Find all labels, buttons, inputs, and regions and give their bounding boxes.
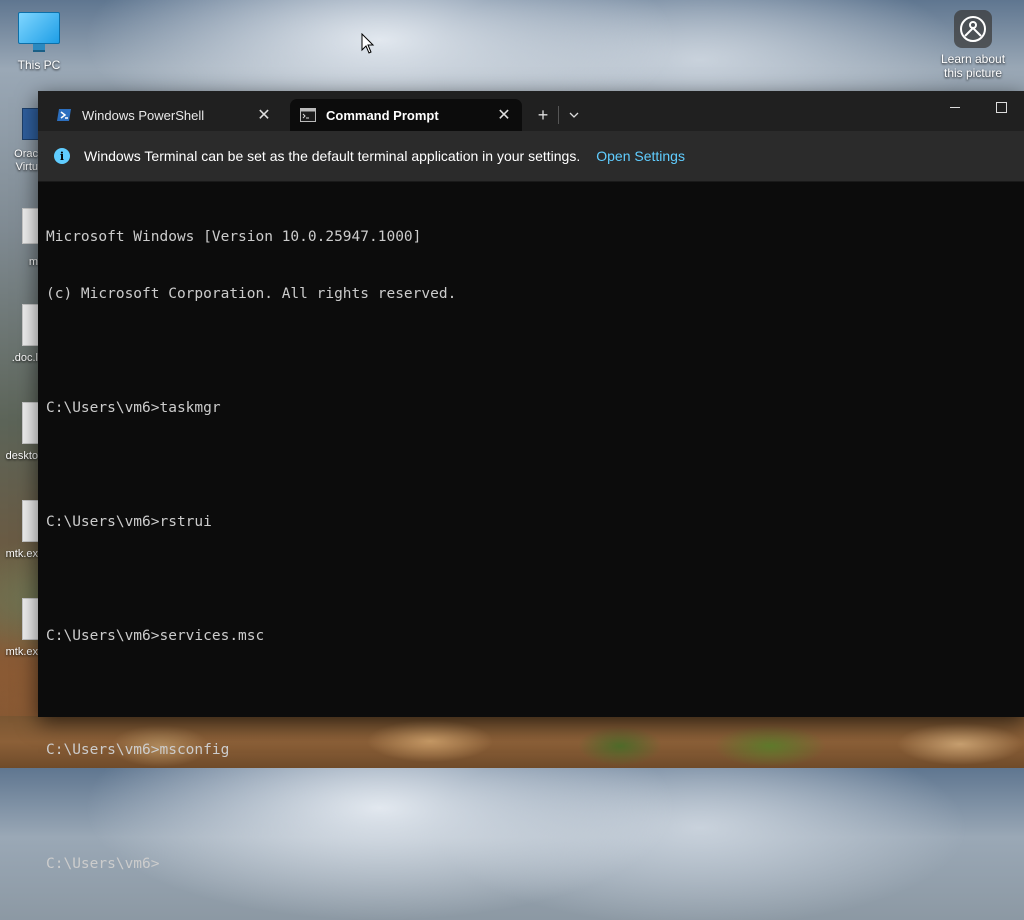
desktop-icon-mtk-1[interactable]: mtk.ex xyxy=(0,500,42,560)
maximize-button[interactable] xyxy=(978,91,1024,131)
info-icon: i xyxy=(54,148,70,164)
console-output[interactable]: Microsoft Windows [Version 10.0.25947.10… xyxy=(38,182,1024,920)
console-line: C:\Users\vm6>taskmgr xyxy=(46,400,221,416)
console-line: Microsoft Windows [Version 10.0.25947.10… xyxy=(46,229,422,245)
tab-windows-powershell[interactable]: Windows PowerShell ✕ xyxy=(46,99,282,131)
window-controls xyxy=(932,91,1024,131)
desktop-icon-file-m[interactable]: m xyxy=(0,208,42,268)
mouse-pointer-icon xyxy=(361,32,375,60)
desktop-icon-desktop-file[interactable]: deskto xyxy=(0,402,42,462)
close-tab-icon[interactable]: ✕ xyxy=(254,105,274,125)
desktop-icon-virtualbox[interactable]: Orac Virtu xyxy=(0,108,42,174)
cmd-icon xyxy=(300,107,316,123)
tab-bar: Windows PowerShell ✕ Command Prompt ✕ + xyxy=(38,91,1024,131)
console-line: C:\Users\vm6>services.msc xyxy=(46,628,265,644)
minimize-icon xyxy=(950,106,960,108)
desktop-icon-label: this picture xyxy=(943,66,1003,80)
powershell-icon xyxy=(56,107,72,123)
minimize-button[interactable] xyxy=(932,91,978,131)
tab-title: Windows PowerShell xyxy=(82,107,205,123)
maximize-icon xyxy=(995,101,1007,113)
desktop-icon-label: m xyxy=(28,256,38,268)
desktop-icon-label: deskto xyxy=(5,450,38,462)
desktop-icon-label: mtk.ex xyxy=(5,646,38,658)
desktop-icon-label: Orac Virtu xyxy=(14,148,38,173)
desktop-icon-this-pc[interactable]: This PC xyxy=(8,10,70,72)
close-tab-icon[interactable]: ✕ xyxy=(494,105,514,125)
chevron-down-icon xyxy=(569,112,579,118)
console-line: C:\Users\vm6>msconfig xyxy=(46,742,230,758)
info-bar: i Windows Terminal can be set as the def… xyxy=(38,131,1024,182)
tab-command-prompt[interactable]: Command Prompt ✕ xyxy=(290,99,522,131)
desktop-icon-doc[interactable]: .doc.l xyxy=(0,304,42,364)
desktop-icon-label: .doc.l xyxy=(11,352,38,364)
open-settings-link[interactable]: Open Settings xyxy=(596,148,685,164)
console-prompt-line: C:\Users\vm6> xyxy=(46,856,160,872)
desktop-icon-label: Learn about xyxy=(940,52,1006,66)
new-tab-button[interactable]: + xyxy=(528,101,558,129)
desktop-icon-learn-about-picture[interactable]: Learn about this picture xyxy=(938,10,1008,80)
desktop-icon-mtk-2[interactable]: mtk.ex xyxy=(0,598,42,658)
monitor-icon xyxy=(18,12,60,52)
console-line: (c) Microsoft Corporation. All rights re… xyxy=(46,286,457,302)
terminal-window: Windows PowerShell ✕ Command Prompt ✕ + … xyxy=(38,91,1024,872)
tab-dropdown-button[interactable] xyxy=(559,101,589,129)
desktop-icon-label: mtk.ex xyxy=(5,548,38,560)
camera-info-icon xyxy=(954,10,992,48)
desktop-icon-label: This PC xyxy=(17,58,61,72)
console-line: C:\Users\vm6>rstrui xyxy=(46,514,212,530)
tab-title: Command Prompt xyxy=(326,107,439,123)
tab-actions: + xyxy=(528,99,589,131)
info-message: Windows Terminal can be set as the defau… xyxy=(84,148,581,164)
